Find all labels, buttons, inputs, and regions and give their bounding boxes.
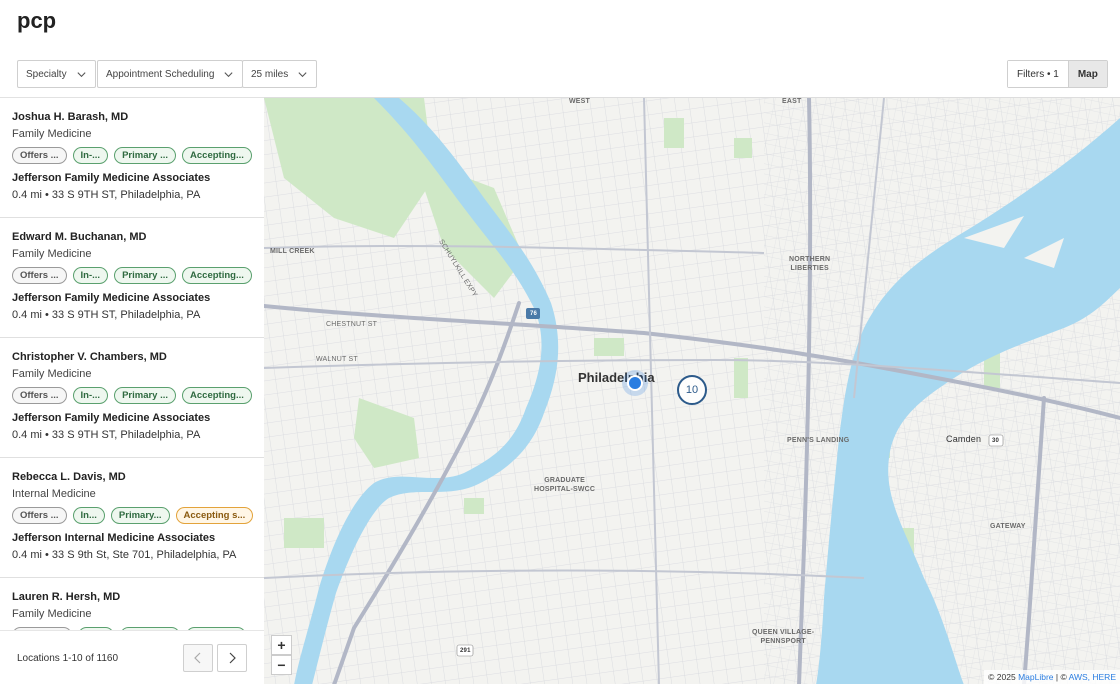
provider-specialty: Family Medicine — [12, 248, 92, 260]
provider-tag: Offers ... — [12, 507, 67, 524]
map-label-chestnut: CHESTNUT ST — [326, 321, 378, 328]
map-label-hwy-291: 291 — [460, 648, 471, 654]
provider-tags: Offers ... In-... Primary ... Accepting... — [12, 267, 252, 284]
map-label-hwy-76: 76 — [530, 311, 538, 317]
provider-specialty: Internal Medicine — [12, 488, 96, 500]
attribution-prefix: © 2025 — [988, 672, 1019, 682]
chevron-down-icon — [224, 71, 233, 77]
practice-address: 0.4 mi • 33 S 9TH ST, Philadelphia, PA — [12, 429, 201, 441]
current-location-marker — [627, 375, 643, 391]
practice-name[interactable]: Jefferson Family Medicine Associates — [12, 292, 252, 304]
provider-card[interactable]: Joshua H. Barash, MD Family Medicine Offer… — [0, 98, 264, 218]
provider-tag: Accepting... — [182, 387, 252, 404]
provider-tag: In-... — [72, 147, 109, 164]
provider-card[interactable]: Christopher V. Chambers, MD Family Medici… — [0, 338, 264, 458]
provider-card[interactable]: Edward M. Buchanan, MD Family Medicine Off… — [0, 218, 264, 338]
chevron-right-icon — [229, 652, 236, 664]
provider-tag: In-... — [72, 267, 109, 284]
provider-tag: Primary ... — [114, 387, 177, 404]
provider-tag: Offers ... — [12, 267, 67, 284]
practice-name[interactable]: Jefferson Family Medicine Associates — [12, 172, 252, 184]
provider-tag: In-... — [72, 387, 109, 404]
provider-name[interactable]: Christopher V. Chambers, MD — [12, 351, 252, 363]
map-label-city: Philadelphia — [578, 370, 655, 385]
map-attribution: © 2025 MapLibre | © AWS, HERE — [984, 670, 1120, 684]
appointment-scheduling-label: Appointment Scheduling — [106, 68, 215, 80]
practice-name[interactable]: Jefferson Family Medicine Associates — [12, 412, 252, 424]
results-count: Locations 1-10 of 1160 — [17, 653, 119, 664]
view-toggle-group: Filters • 1 Map — [1007, 60, 1108, 88]
provider-tags: Offers ... In-... Primary ... Accepting... — [12, 387, 252, 404]
aws-here-link[interactable]: AWS, HERE — [1069, 672, 1116, 682]
attribution-separator: | © — [1053, 672, 1069, 682]
provider-tag: Primary... — [110, 507, 170, 524]
map-label-penns-landing: PENN'S LANDING — [787, 437, 850, 444]
map-label-gateway: GATEWAY — [990, 523, 1026, 530]
provider-card[interactable]: Lauren R. Hersh, MD Family Medicine — [0, 578, 264, 630]
provider-tag: In... — [72, 507, 105, 524]
provider-tag: Accepting s... — [175, 507, 254, 524]
provider-tag: Accepting... — [182, 147, 252, 164]
practice-name[interactable]: Jefferson Internal Medicine Associates — [12, 532, 252, 544]
map-view-button[interactable]: Map — [1068, 61, 1107, 87]
next-page-button[interactable] — [217, 644, 247, 672]
chevron-left-icon — [194, 652, 201, 664]
zoom-out-button[interactable]: − — [271, 655, 292, 675]
zoom-in-button[interactable]: + — [271, 635, 292, 655]
filter-bar: Specialty Appointment Scheduling 25 mile… — [0, 60, 1120, 88]
map-label-camden: Camden — [946, 434, 982, 444]
provider-name[interactable]: Lauren R. Hersh, MD — [12, 591, 252, 603]
provider-tag: Primary ... — [114, 267, 177, 284]
provider-name[interactable]: Edward M. Buchanan, MD — [12, 231, 252, 243]
practice-address: 0.4 mi • 33 S 9th St, Ste 701, Philadelp… — [12, 549, 237, 561]
provider-list: Joshua H. Barash, MD Family Medicine Offer… — [0, 97, 264, 630]
chevron-down-icon — [77, 71, 86, 77]
appointment-scheduling-filter[interactable]: Appointment Scheduling — [97, 60, 244, 88]
list-footer: Locations 1-10 of 1160 — [0, 630, 264, 684]
map-label-west: WEST — [569, 98, 591, 105]
provider-tag: Offers ... — [12, 387, 67, 404]
map-label-mill-creek: MILL CREEK — [270, 248, 315, 255]
provider-tag: Primary ... — [114, 147, 177, 164]
map-view[interactable]: WEST EAST MILL CREEK NORTHERN LIBERTIES … — [264, 97, 1120, 684]
distance-filter-label: 25 miles — [251, 68, 289, 80]
specialty-filter[interactable]: Specialty — [17, 60, 96, 88]
provider-specialty: Family Medicine — [12, 368, 92, 380]
filters-button[interactable]: Filters • 1 — [1008, 61, 1069, 87]
provider-specialty: Family Medicine — [12, 608, 92, 620]
map-label-graduate-hospital: GRADUATE HOSPITAL-SWCC — [534, 477, 596, 493]
provider-tags: Offers ... In... Primary... Accepting s... — [12, 507, 254, 524]
provider-name[interactable]: Joshua H. Barash, MD — [12, 111, 252, 123]
provider-tag: Offers ... — [12, 147, 67, 164]
provider-tags: Offers ... In-... Primary ... Accepting... — [12, 147, 252, 164]
practice-address: 0.4 mi • 33 S 9TH ST, Philadelphia, PA — [12, 189, 201, 201]
provider-card[interactable]: Rebecca L. Davis, MD Internal Medicine Off… — [0, 458, 264, 578]
map-label-east: EAST — [782, 98, 802, 105]
provider-tag: Accepting... — [182, 267, 252, 284]
chevron-down-icon — [298, 71, 307, 77]
map-label-queen-village: QUEEN VILLAGE- PENNSPORT — [752, 629, 815, 645]
provider-name[interactable]: Rebecca L. Davis, MD — [12, 471, 252, 483]
provider-cluster-marker[interactable]: 10 — [677, 375, 707, 405]
previous-page-button[interactable] — [183, 644, 213, 672]
provider-specialty: Family Medicine — [12, 128, 92, 140]
map-label-northern-liberties: NORTHERN LIBERTIES — [789, 256, 831, 272]
specialty-filter-label: Specialty — [26, 68, 67, 80]
page-title: pcp — [17, 8, 57, 33]
map-label-walnut: WALNUT ST — [316, 356, 358, 363]
distance-filter[interactable]: 25 miles — [242, 60, 318, 88]
maplibre-link[interactable]: MapLibre — [1018, 672, 1053, 682]
map-label-hwy-30: 30 — [992, 438, 1000, 444]
practice-address: 0.4 mi • 33 S 9TH ST, Philadelphia, PA — [12, 309, 201, 321]
